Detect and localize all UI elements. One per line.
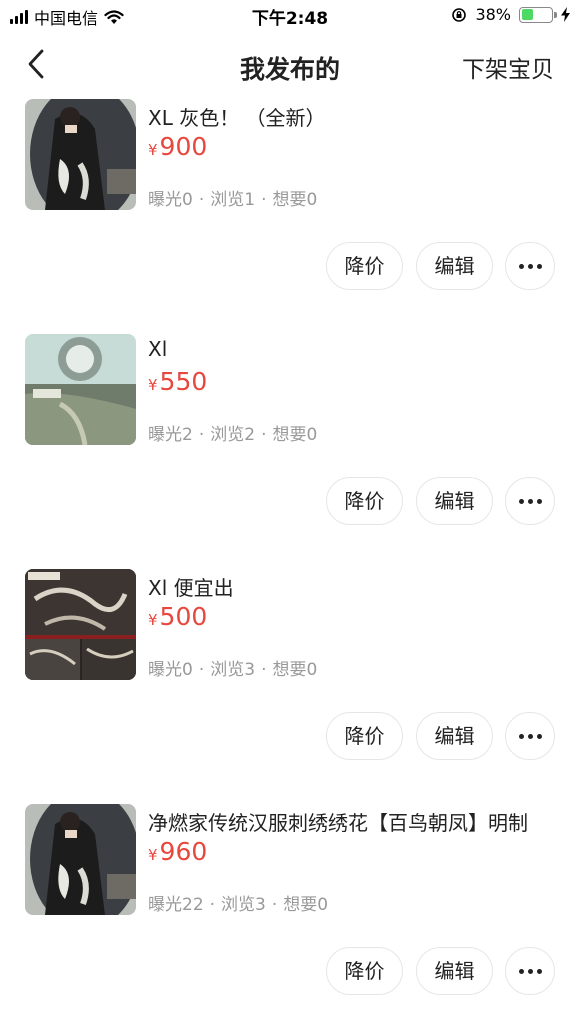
- listing-title[interactable]: XL 灰色！ （全新）: [148, 102, 560, 131]
- more-options-button[interactable]: [505, 947, 555, 995]
- listing-item: Xl 便宜出 ¥500 曝光0 · 浏览3 · 想要0 降价 编辑: [0, 566, 580, 801]
- hanfu-photo-image: [25, 804, 136, 915]
- exposure-count: 曝光2: [148, 425, 193, 445]
- more-options-button[interactable]: [505, 712, 555, 760]
- reduce-price-button[interactable]: 降价: [326, 242, 403, 290]
- listing-price: ¥550: [148, 367, 207, 396]
- listing-item: Xl ¥550 曝光2 · 浏览2 · 想要0 降价 编辑: [0, 331, 580, 566]
- rotation-lock-icon: [452, 7, 467, 22]
- listing-title[interactable]: 净燃家传统汉服刺绣绣花【百鸟朝凤】明制: [148, 807, 560, 836]
- price-value: 500: [159, 602, 208, 631]
- edit-button[interactable]: 编辑: [416, 477, 493, 525]
- reduce-price-button[interactable]: 降价: [326, 477, 403, 525]
- listing-thumbnail[interactable]: [25, 99, 136, 210]
- listing-list: XL 灰色！ （全新） ¥900 曝光0 · 浏览1 · 想要0 降价 编辑 Xl: [0, 96, 580, 1036]
- edit-button[interactable]: 编辑: [416, 947, 493, 995]
- listing-price: ¥500: [148, 602, 207, 631]
- status-bar-right: 38%: [451, 5, 570, 24]
- listing-item: 净燃家传统汉服刺绣绣花【百鸟朝凤】明制 ¥960 曝光22 · 浏览3 · 想要0 降价…: [0, 801, 580, 1036]
- battery-percent: 38%: [475, 5, 511, 24]
- battery-icon: [519, 6, 557, 23]
- battery-level: [521, 9, 533, 20]
- price-value: 900: [159, 132, 208, 161]
- charging-bolt-icon: [561, 7, 570, 22]
- listing-price: ¥960: [148, 837, 207, 866]
- listing-title[interactable]: Xl: [148, 337, 560, 361]
- status-bar: 中国电信 下午2:48 38%: [0, 0, 580, 30]
- reduce-price-button[interactable]: 降价: [326, 712, 403, 760]
- want-count: 想要0: [272, 425, 318, 445]
- want-count: 想要0: [272, 660, 318, 680]
- listing-stats: 曝光2 · 浏览2 · 想要0: [148, 425, 318, 445]
- listing-price: ¥900: [148, 132, 207, 161]
- delist-items-button[interactable]: 下架宝贝: [462, 50, 554, 84]
- reduce-price-button[interactable]: 降价: [326, 947, 403, 995]
- listing-stats: 曝光0 · 浏览3 · 想要0: [148, 660, 318, 680]
- more-options-button[interactable]: [505, 477, 555, 525]
- listing-stats: 曝光0 · 浏览1 · 想要0: [148, 190, 318, 210]
- embroidery-photo-image: [25, 569, 136, 680]
- currency-symbol: ¥: [148, 141, 158, 159]
- currency-symbol: ¥: [148, 376, 158, 394]
- listing-stats: 曝光22 · 浏览3 · 想要0: [148, 895, 329, 915]
- currency-symbol: ¥: [148, 846, 158, 864]
- view-count: 浏览3: [221, 895, 266, 915]
- exposure-count: 曝光22: [148, 895, 204, 915]
- listing-title[interactable]: Xl 便宜出: [148, 572, 560, 601]
- view-count: 浏览2: [210, 425, 256, 445]
- price-value: 960: [159, 837, 208, 866]
- want-count: 想要0: [283, 895, 329, 915]
- exposure-count: 曝光0: [148, 190, 193, 210]
- hanfu-photo-image: [25, 99, 136, 210]
- listing-item: XL 灰色！ （全新） ¥900 曝光0 · 浏览1 · 想要0 降价 编辑: [0, 96, 580, 331]
- more-dots-icon: [518, 733, 542, 739]
- edit-button[interactable]: 编辑: [416, 242, 493, 290]
- fabric-photo-image: [25, 334, 136, 445]
- more-dots-icon: [518, 498, 542, 504]
- nav-bar: 我发布的 下架宝贝: [0, 30, 580, 96]
- view-count: 浏览3: [210, 660, 256, 680]
- price-value: 550: [159, 367, 208, 396]
- more-dots-icon: [518, 263, 542, 269]
- listing-thumbnail[interactable]: [25, 804, 136, 915]
- edit-button[interactable]: 编辑: [416, 712, 493, 760]
- want-count: 想要0: [272, 190, 318, 210]
- listing-thumbnail[interactable]: [25, 334, 136, 445]
- currency-symbol: ¥: [148, 611, 158, 629]
- more-dots-icon: [518, 968, 542, 974]
- more-options-button[interactable]: [505, 242, 555, 290]
- listing-thumbnail[interactable]: [25, 569, 136, 680]
- exposure-count: 曝光0: [148, 660, 193, 680]
- view-count: 浏览1: [210, 190, 256, 210]
